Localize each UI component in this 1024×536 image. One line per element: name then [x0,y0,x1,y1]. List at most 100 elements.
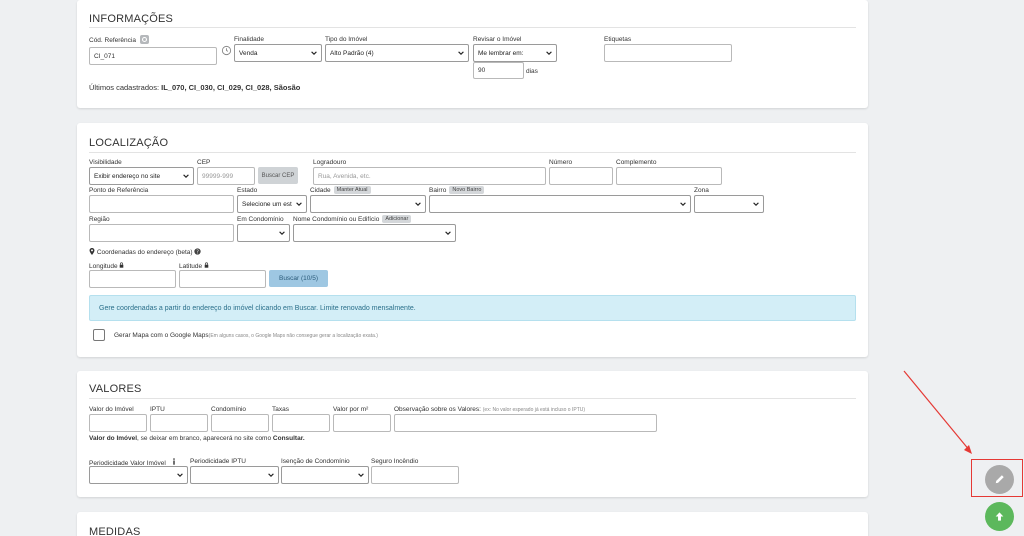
longitude-input[interactable] [89,270,176,288]
ponto-referencia-label: Ponto de Referência [89,187,149,194]
estado-label: Estado [237,187,258,194]
visibilidade-select[interactable]: Exibir endereço no site [89,167,194,185]
regiao-input[interactable] [89,224,234,242]
numero-input[interactable] [549,167,613,185]
zona-select[interactable] [694,195,764,213]
arrow-up-icon [995,512,1004,521]
divider [89,27,856,28]
valores-title: VALORES [89,383,142,395]
pencil-icon [995,475,1004,484]
coordenadas-alert: Gere coordenadas a partir do endereço do… [89,295,856,321]
chevron-down-icon [415,202,421,206]
revisar-select[interactable]: Me lembrar em: [473,44,557,62]
scroll-top-fab-button[interactable] [985,502,1014,531]
chevron-down-icon [177,473,183,477]
seguro-incendio-input[interactable] [371,466,459,484]
chevron-down-icon [279,231,285,235]
finalidade-select[interactable]: Venda [234,44,322,62]
ultimos-cadastrados: Últimos cadastrados: IL_070, CI_030, CI_… [89,83,301,92]
edit-fab-button[interactable] [985,465,1014,494]
estado-select[interactable]: Selecione um est [237,195,307,213]
coordenadas-label: Coordenadas do endereço (beta) ? [89,248,202,256]
valor-imovel-label: Valor do Imóvel [89,406,134,413]
informacoes-title: INFORMAÇÕES [89,13,174,25]
ponto-referencia-input[interactable] [89,195,234,213]
novo-bairro-badge[interactable]: Novo Bairro [449,186,485,194]
cod-label: Cód. Referência [89,35,149,44]
logradouro-label: Logradouro [313,159,347,166]
dias-unit: dias [526,68,538,75]
complemento-label: Complemento [616,159,657,166]
chevron-down-icon [268,473,274,477]
chevron-down-icon [680,202,686,206]
cep-label: CEP [197,159,211,166]
periodicidade-iptu-label: Periodicidade IPTU [190,458,246,465]
valor-m2-input[interactable] [333,414,391,432]
nome-condominio-select[interactable] [293,224,456,242]
valor-m2-label: Valor por m² [333,406,369,413]
buscar-cep-button[interactable]: Buscar CEP [258,167,298,184]
tipo-imovel-select[interactable]: Alto Padrão (4) [325,44,469,62]
cod-referencia-input[interactable]: CI_071 [89,47,217,65]
observacao-input[interactable] [394,414,657,432]
taxas-label: Taxas [272,406,289,413]
periodicidade-valor-select[interactable] [89,466,188,484]
regiao-label: Região [89,216,110,223]
cidade-select[interactable] [310,195,426,213]
localizacao-title: LOCALIZAÇÃO [89,137,169,149]
cidade-label: Cidade Manter Atual [310,186,371,194]
observacao-label: Observação sobre os Valores: (ex: No val… [394,406,586,413]
chevron-down-icon [183,174,189,178]
bairro-label: Bairro Novo Bairro [429,186,485,194]
gerar-mapa-label: Gerar Mapa com o Google Maps(Em alguns c… [114,332,378,339]
informacoes-card: INFORMAÇÕES Cód. Referência CI_071 Final… [77,0,868,108]
medidas-title: MEDIDAS [89,526,141,536]
map-marker-icon [89,248,95,255]
numero-label: Número [549,159,573,166]
lock-icon [204,262,209,268]
taxas-input[interactable] [272,414,330,432]
iptu-input[interactable] [150,414,208,432]
zona-label: Zona [694,187,709,194]
help-icon[interactable]: ? [194,248,202,255]
info-icon[interactable] [171,458,177,465]
lock-icon [120,262,124,268]
condominio-input[interactable] [211,414,269,432]
chevron-down-icon [296,202,302,206]
latitude-input[interactable] [179,270,266,288]
valor-imovel-aviso: Valor do Imóvel, se deixar em branco, ap… [89,435,305,442]
gear-icon[interactable] [139,35,149,44]
history-icon[interactable] [221,45,232,56]
chevron-down-icon [311,51,317,55]
em-condominio-select[interactable] [237,224,290,242]
chevron-down-icon [445,231,451,235]
bairro-select[interactable] [429,195,691,213]
gerar-mapa-checkbox[interactable] [93,329,105,341]
etiquetas-label: Etiquetas [604,36,632,43]
manter-atual-badge[interactable]: Manter Atual [333,186,371,194]
annotation-arrow [903,370,972,454]
medidas-card: MEDIDAS [77,512,868,536]
chevron-down-icon [753,202,759,206]
cep-input[interactable]: 99999-999 [197,167,255,185]
adicionar-badge[interactable]: Adicionar [382,215,412,223]
periodicidade-iptu-select[interactable] [190,466,279,484]
valor-imovel-input[interactable] [89,414,147,432]
isencao-condominio-select[interactable] [281,466,369,484]
condominio-label: Condomínio [211,406,247,413]
nome-condominio-label: Nome Condomínio ou Edifício Adicionar [293,215,412,223]
longitude-label: Longitude [89,262,124,270]
chevron-down-icon [458,51,464,55]
buscar-coordenadas-button[interactable]: Buscar (10/5) [269,270,328,287]
complemento-input[interactable] [616,167,722,185]
divider [89,152,856,153]
dias-input[interactable]: 90 [473,62,524,79]
logradouro-input[interactable]: Rua, Avenida, etc. [313,167,546,185]
em-condominio-label: Em Condomínio [237,216,284,223]
iptu-label: IPTU [150,406,165,413]
tipo-label: Tipo do Imóvel [325,36,368,43]
chevron-down-icon [546,51,552,55]
localizacao-card: LOCALIZAÇÃO Visibilidade Exibir endereço… [77,123,868,357]
divider [89,398,856,399]
etiquetas-input[interactable] [604,44,732,62]
